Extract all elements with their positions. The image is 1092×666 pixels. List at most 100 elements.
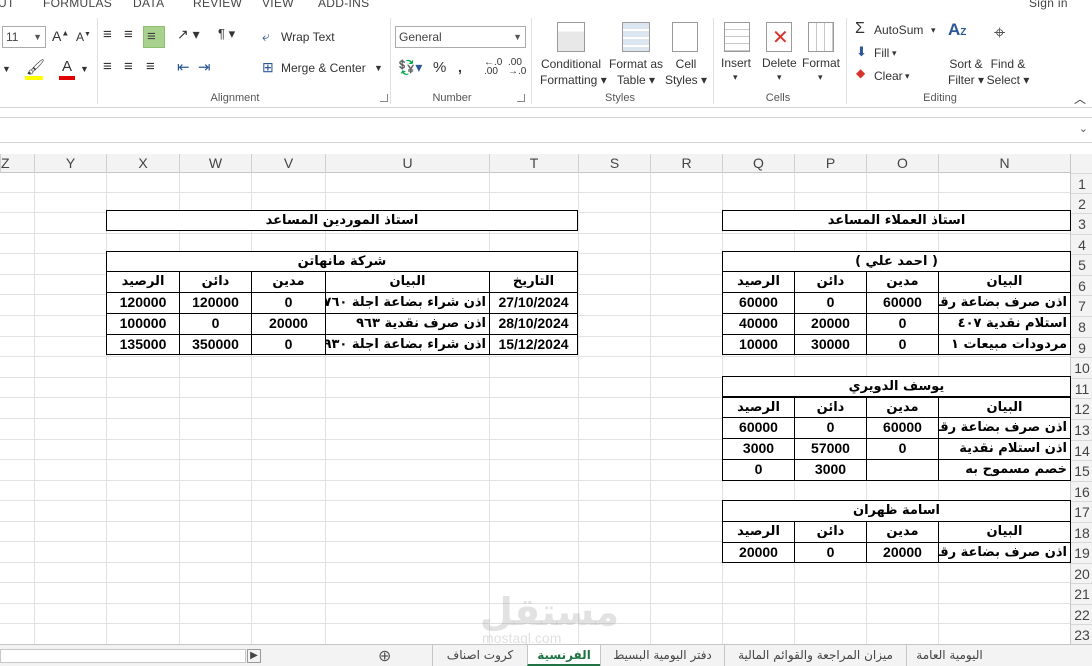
customer-balance-cell[interactable]: 10000 xyxy=(722,334,795,355)
tab-formulas[interactable]: FORMULAS xyxy=(43,0,112,10)
supplier-balance-cell[interactable]: 135000 xyxy=(106,334,180,355)
customer-balance-cell[interactable]: 60000 xyxy=(722,417,795,439)
align-right-icon[interactable]: ≡ xyxy=(146,58,155,75)
customer-credit-cell[interactable]: 0 xyxy=(794,417,867,439)
number-format-combo[interactable]: General ▼ xyxy=(395,26,526,48)
header-credit[interactable]: دائن xyxy=(794,271,867,293)
row-header[interactable]: 11 xyxy=(1071,378,1092,398)
customers-title[interactable]: استاذ العملاء المساعد xyxy=(722,210,1071,231)
row-header[interactable]: 12 xyxy=(1071,398,1092,419)
row-header[interactable]: 20 xyxy=(1071,563,1092,583)
row-header[interactable]: 23 xyxy=(1071,624,1092,644)
customer-desc-cell[interactable]: استلام نقدية ٤٠٧ xyxy=(938,313,1071,335)
customer-balance-cell[interactable]: 20000 xyxy=(722,542,795,563)
alignment-launcher-icon[interactable] xyxy=(380,94,388,102)
row-header[interactable]: 8 xyxy=(1071,316,1092,337)
customer-debit-cell[interactable]: 60000 xyxy=(866,417,939,439)
supplier-credit-cell[interactable]: 350000 xyxy=(179,334,252,355)
customer-credit-cell[interactable]: 3000 xyxy=(794,459,867,481)
chevron-down-icon[interactable]: ▾ xyxy=(777,72,782,83)
header-balance[interactable]: الرصيد xyxy=(722,397,795,418)
align-center-icon[interactable]: ≡ xyxy=(124,58,133,75)
sort-filter-button[interactable]: Sort & Filter ▾ xyxy=(944,56,988,88)
sheet-tab[interactable]: ميزان المراجعة والقوائم المالية xyxy=(724,645,906,666)
customer-balance-cell[interactable]: 40000 xyxy=(722,313,795,335)
customer-desc-cell[interactable]: اذن صرف بضاعة رقم ١ xyxy=(938,292,1071,314)
tab-review[interactable]: REVIEW xyxy=(193,0,242,10)
format-button[interactable]: Format xyxy=(802,56,840,70)
row-header[interactable]: 17 xyxy=(1071,501,1092,522)
header-date[interactable]: التاريخ xyxy=(489,271,578,293)
clear-button[interactable]: Clear xyxy=(874,69,903,83)
header-balance[interactable]: الرصيد xyxy=(722,271,795,293)
header-balance[interactable]: الرصيد xyxy=(106,271,180,293)
header-balance[interactable]: الرصيد xyxy=(722,521,795,543)
scroll-right-icon[interactable]: ▶ xyxy=(247,649,261,663)
supplier-company-name[interactable]: شركة مانهاتن xyxy=(106,251,578,272)
header-debit[interactable]: مدين xyxy=(866,271,939,293)
collapse-ribbon-icon[interactable]: ︿ xyxy=(1074,90,1086,107)
column-header[interactable]: Z xyxy=(0,154,34,173)
customer-desc-cell[interactable]: مردودات مبيعات ١ xyxy=(938,334,1071,355)
sheet-tab[interactable]: دفتر اليومية البسيط xyxy=(600,645,724,666)
header-debit[interactable]: مدين xyxy=(866,397,939,418)
comma-style-icon[interactable]: , xyxy=(458,59,462,75)
expand-formula-bar-icon[interactable]: ⌄ xyxy=(1079,122,1088,135)
grow-font-icon[interactable]: A▲ xyxy=(52,28,69,44)
header-debit[interactable]: مدين xyxy=(251,271,326,293)
column-header[interactable]: R xyxy=(650,154,722,173)
row-header[interactable]: 3 xyxy=(1071,213,1092,234)
supplier-credit-cell[interactable]: 120000 xyxy=(179,292,252,314)
decrease-indent-icon[interactable]: ⇤ xyxy=(177,58,190,76)
customer-debit-cell[interactable]: 0 xyxy=(866,438,939,460)
number-launcher-icon[interactable] xyxy=(517,94,525,102)
row-header[interactable]: 1 xyxy=(1071,173,1092,193)
row-header[interactable]: 15 xyxy=(1071,460,1092,481)
customer-credit-cell[interactable]: 0 xyxy=(794,292,867,314)
merge-center-button[interactable]: Merge & Center xyxy=(281,61,366,75)
column-header[interactable]: S xyxy=(578,154,650,173)
customer-credit-cell[interactable]: 30000 xyxy=(794,334,867,355)
column-header[interactable]: O xyxy=(866,154,938,173)
column-header[interactable]: X xyxy=(106,154,179,173)
column-header[interactable]: W xyxy=(179,154,251,173)
row-header[interactable]: 18 xyxy=(1071,522,1092,542)
increase-indent-icon[interactable]: ⇥ xyxy=(198,58,211,76)
autosum-button[interactable]: AutoSum xyxy=(874,23,923,37)
chevron-down-icon[interactable]: ▾ xyxy=(931,25,936,36)
conditional-formatting-button[interactable]: Conditional Formatting ▾ xyxy=(540,56,607,88)
suppliers-title[interactable]: استاذ الموردين المساعد xyxy=(106,210,578,231)
row-header[interactable]: 14 xyxy=(1071,440,1092,460)
customer-debit-cell[interactable]: 20000 xyxy=(866,542,939,563)
percent-style-icon[interactable]: % xyxy=(433,59,446,76)
customer-credit-cell[interactable]: 57000 xyxy=(794,438,867,460)
column-header[interactable]: V xyxy=(251,154,325,173)
customer-balance-cell[interactable]: 3000 xyxy=(722,438,795,460)
new-sheet-icon[interactable]: ⊕ xyxy=(378,646,391,666)
header-desc[interactable]: البيان xyxy=(938,271,1071,293)
sheet-tab[interactable]: اليومية العامة xyxy=(906,645,992,666)
tab-add-ins[interactable]: ADD-INS xyxy=(318,0,369,10)
orientation-icon[interactable]: ↗ ▾ xyxy=(177,26,200,43)
customer-desc-cell[interactable]: خصم مسموح به xyxy=(938,459,1071,481)
customer-name[interactable]: ( احمد علي ) xyxy=(722,251,1071,272)
column-header[interactable]: Q xyxy=(722,154,794,173)
find-select-button[interactable]: Find & Select ▾ xyxy=(986,56,1030,88)
header-desc[interactable]: البيان xyxy=(938,397,1071,418)
supplier-debit-cell[interactable]: 0 xyxy=(251,334,326,355)
supplier-desc-cell[interactable]: اذن شراء بضاعة اجلة ٧٦٠ xyxy=(325,292,490,314)
supplier-date-cell[interactable]: 28/10/2024 xyxy=(489,313,578,335)
align-middle-icon[interactable]: ≡ xyxy=(124,26,133,43)
horizontal-scrollbar[interactable] xyxy=(0,649,246,663)
column-header[interactable]: P xyxy=(794,154,866,173)
customer-desc-cell[interactable]: اذن استلام نقدية xyxy=(938,438,1071,460)
insert-button[interactable]: Insert xyxy=(721,56,751,70)
column-header[interactable]: N xyxy=(938,154,1070,173)
header-credit[interactable]: دائن xyxy=(794,397,867,418)
customer-desc-cell[interactable]: اذن صرف بضاعة رقم ٢ xyxy=(938,417,1071,439)
sheet-tab[interactable]: كروت اصناف xyxy=(432,645,527,666)
supplier-date-cell[interactable]: 27/10/2024 xyxy=(489,292,578,314)
increase-decimal-icon[interactable]: ←.0.00 xyxy=(484,58,502,77)
customer-desc-cell[interactable]: اذن صرف بضاعة رقم ٣ xyxy=(938,542,1071,563)
column-header[interactable]: U xyxy=(325,154,489,173)
